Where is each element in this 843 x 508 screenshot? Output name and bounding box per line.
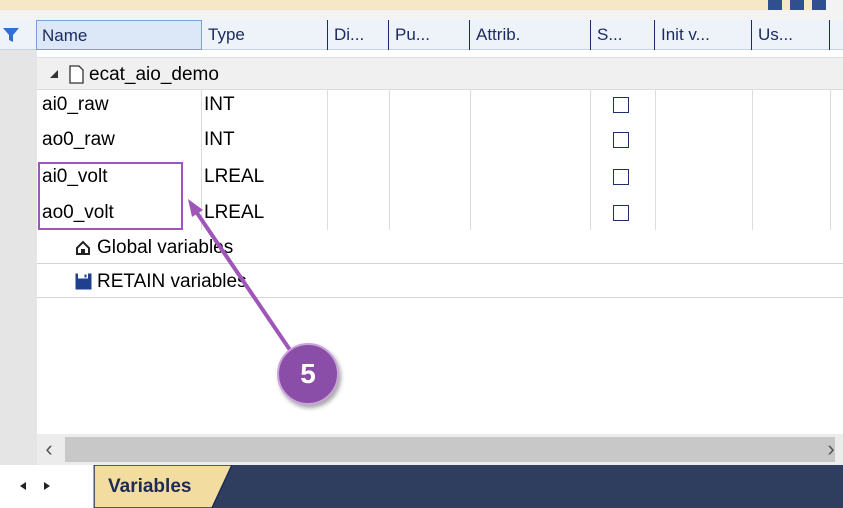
row-name[interactable]: ao0_raw (42, 125, 115, 155)
subfolder-label: RETAIN variables (97, 271, 247, 292)
annotation-highlight-box (38, 162, 183, 230)
row-checkbox[interactable] (613, 132, 629, 148)
top-strip (0, 0, 843, 20)
column-header-init-value[interactable]: Init v... (656, 20, 752, 50)
filter-icon[interactable] (2, 26, 20, 44)
row-checkbox[interactable] (613, 205, 629, 221)
tab-label: Variables (108, 476, 192, 497)
empty-area (37, 300, 843, 430)
toolbar-icon[interactable] (812, 0, 826, 10)
home-icon (76, 240, 90, 255)
column-header-attributes[interactable]: Attrib. (471, 20, 591, 50)
title-highlight (0, 0, 812, 10)
column-header-publish[interactable]: Pu... (390, 20, 470, 50)
row-name[interactable]: ai0_raw (42, 90, 109, 120)
group-row[interactable]: ecat_aio_demo (37, 57, 843, 90)
subfolder-row-global[interactable]: Global variables (37, 231, 843, 264)
toolbar-icon[interactable] (790, 0, 804, 10)
tab-bar: Variables (0, 465, 843, 508)
subfolder-label: Global variables (97, 237, 234, 258)
subfolder-row-retain[interactable]: RETAIN variables (37, 265, 843, 298)
horizontal-scrollbar[interactable]: ‹ › (37, 434, 843, 465)
scroll-right-arrow[interactable]: › (819, 434, 843, 465)
row-type[interactable]: LREAL (204, 162, 264, 192)
annotation-badge: 5 (277, 343, 339, 405)
left-gutter (0, 50, 37, 465)
tab-next-icon[interactable] (40, 478, 54, 494)
row-type[interactable]: LREAL (204, 198, 264, 228)
scrollbar-thumb[interactable] (65, 437, 835, 462)
group-name: ecat_aio_demo (89, 64, 219, 85)
column-header-name[interactable]: Name (36, 20, 202, 50)
scroll-left-arrow[interactable]: ‹ (37, 434, 61, 465)
column-header-row: Name Type Di... Pu... Attrib. S... Init … (0, 20, 843, 50)
tab-nav (0, 465, 94, 508)
row-checkbox[interactable] (613, 169, 629, 185)
document-icon (69, 65, 84, 84)
column-header-s[interactable]: S... (592, 20, 655, 50)
toolbar-icon[interactable] (768, 0, 782, 10)
column-header-direct[interactable]: Di... (329, 20, 389, 50)
collapse-triangle-icon[interactable] (49, 69, 59, 79)
save-icon (75, 273, 92, 290)
column-header-type[interactable]: Type (203, 20, 328, 50)
row-type[interactable]: INT (204, 90, 235, 120)
tab-prev-icon[interactable] (16, 478, 30, 494)
row-checkbox[interactable] (613, 97, 629, 113)
column-header-user[interactable]: Us... (753, 20, 830, 50)
tab-variables[interactable]: Variables (94, 465, 234, 508)
row-type[interactable]: INT (204, 125, 235, 155)
